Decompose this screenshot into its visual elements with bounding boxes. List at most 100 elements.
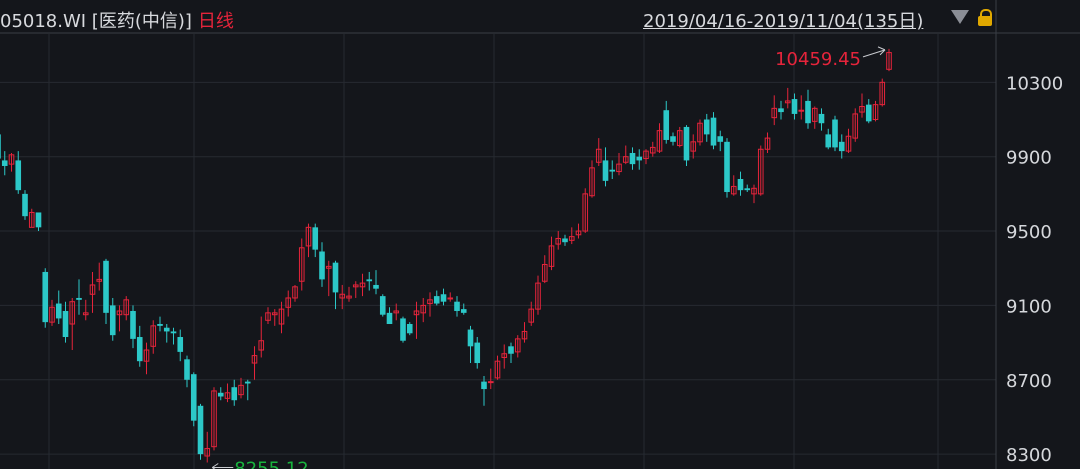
candle-105 — [703, 113, 710, 142]
candle-130 — [872, 100, 879, 122]
candle-16 — [103, 258, 109, 324]
candle-65 — [433, 290, 440, 306]
candle-10 — [62, 301, 69, 343]
candle-97 — [649, 141, 656, 157]
candle-38 — [251, 346, 258, 380]
candle-39 — [258, 316, 265, 358]
candle-58 — [386, 307, 393, 324]
candle-60 — [400, 316, 406, 343]
y-tick-label: 10300 — [1006, 73, 1063, 94]
y-tick-label: 8300 — [1006, 445, 1052, 466]
candle-34 — [224, 383, 231, 403]
candle-108 — [724, 138, 730, 198]
candle-3 — [15, 151, 22, 194]
candle-30 — [197, 403, 204, 460]
candle-2 — [8, 152, 15, 172]
candlestick-chart[interactable]: 8300 8700 9100 9500 9900 10300 10459.45 8255.1… — [0, 0, 1080, 469]
candle-series — [0, 48, 892, 463]
candle-112 — [751, 184, 757, 204]
y-tick-label: 9100 — [1006, 296, 1052, 317]
candle-98 — [656, 123, 663, 153]
candle-40 — [265, 307, 271, 324]
candle-100 — [670, 132, 676, 146]
candle-44 — [292, 284, 298, 302]
candle-84 — [562, 234, 568, 246]
candle-126 — [845, 128, 852, 153]
candle-110 — [737, 171, 744, 196]
candle-113 — [757, 145, 764, 196]
candle-90 — [602, 147, 609, 187]
candle-119 — [798, 95, 805, 120]
candle-41 — [271, 309, 278, 326]
candle-71 — [474, 337, 481, 369]
y-tick-label: 9900 — [1006, 148, 1052, 169]
candle-74 — [494, 355, 501, 380]
candle-72 — [481, 376, 487, 406]
max-annotation: 10459.45 — [775, 46, 886, 70]
extreme-annotations: 10459.45 8255.12 — [211, 46, 886, 469]
candle-42 — [278, 301, 285, 334]
candle-104 — [697, 119, 703, 146]
y-tick-label: 9500 — [1006, 222, 1052, 243]
candle-5 — [28, 208, 35, 228]
candle-59 — [393, 303, 400, 321]
candle-132 — [886, 48, 892, 72]
candle-75 — [501, 344, 508, 369]
candle-8 — [49, 299, 55, 326]
candle-46 — [305, 223, 312, 258]
candle-81 — [541, 255, 548, 284]
candle-63 — [420, 297, 427, 323]
candle-43 — [285, 290, 292, 317]
candle-76 — [508, 342, 514, 364]
candle-37 — [244, 379, 251, 401]
candle-123 — [825, 128, 832, 150]
candle-129 — [865, 99, 872, 124]
candle-14 — [89, 271, 96, 313]
candle-122 — [818, 108, 825, 131]
candle-83 — [555, 231, 562, 250]
candle-117 — [784, 87, 791, 109]
candle-127 — [852, 108, 859, 142]
grid-lines — [0, 0, 1080, 469]
candle-103 — [690, 134, 697, 159]
candle-70 — [467, 325, 474, 364]
candle-57 — [379, 294, 386, 317]
candle-54 — [359, 273, 366, 297]
candle-45 — [298, 238, 305, 291]
candle-124 — [832, 115, 838, 152]
candle-12 — [76, 279, 82, 315]
candle-85 — [568, 227, 575, 245]
candle-94 — [629, 147, 636, 170]
candle-93 — [622, 145, 629, 165]
candle-68 — [454, 296, 460, 317]
candle-73 — [487, 368, 494, 390]
candle-115 — [771, 95, 778, 126]
candle-47 — [312, 223, 319, 258]
candle-61 — [406, 322, 413, 336]
candle-24 — [157, 316, 163, 332]
candle-82 — [548, 236, 555, 271]
candle-102 — [683, 125, 690, 166]
candle-87 — [582, 188, 589, 233]
candle-80 — [535, 275, 541, 315]
candle-48 — [319, 242, 325, 287]
candle-31 — [204, 431, 211, 463]
candle-109 — [730, 175, 737, 196]
candle-77 — [514, 335, 521, 358]
candle-91 — [609, 160, 616, 179]
candle-21 — [136, 325, 143, 367]
candle-6 — [35, 212, 42, 232]
candle-15 — [96, 262, 103, 291]
candle-49 — [325, 260, 332, 297]
candle-121 — [811, 106, 818, 129]
min-annotation: 8255.12 — [211, 458, 309, 469]
candle-78 — [521, 322, 528, 343]
y-axis: 8300 8700 9100 9500 9900 10300 — [1006, 73, 1063, 466]
candle-27 — [177, 329, 184, 362]
candle-1 — [1, 151, 8, 176]
candle-7 — [42, 268, 49, 328]
candle-120 — [805, 89, 811, 129]
candle-52 — [346, 286, 352, 302]
min-value-label: 8255.12 — [234, 458, 308, 469]
candle-86 — [575, 223, 582, 239]
